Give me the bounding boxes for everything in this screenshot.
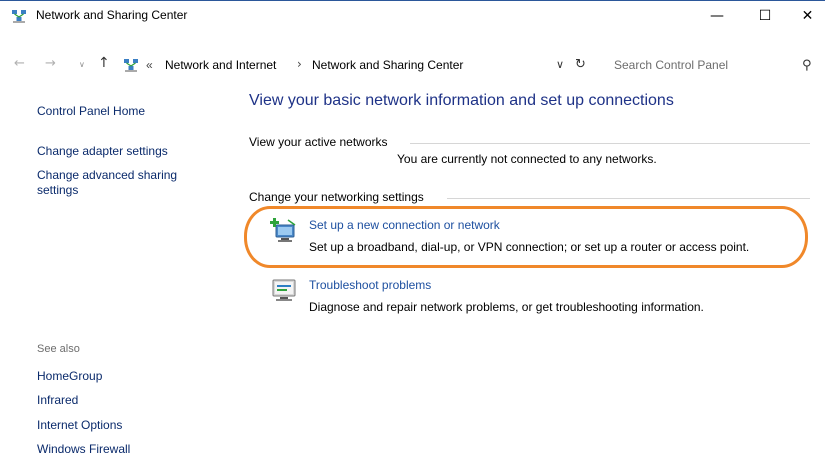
- title-bar: Network and Sharing Center — ☐ ✕: [0, 0, 825, 31]
- breadcrumb-overflow-icon[interactable]: «: [146, 58, 153, 72]
- main-content: View your basic network information and …: [232, 80, 825, 456]
- troubleshoot-problems-link[interactable]: Troubleshoot problems: [309, 278, 431, 292]
- windows-firewall-link[interactable]: Windows Firewall: [37, 442, 130, 456]
- address-bar[interactable]: « Network and Internet › Network and Sha…: [120, 54, 591, 78]
- highlight-annotation: [244, 206, 808, 268]
- see-also-label: See also: [37, 343, 80, 355]
- breadcrumb-network-and-sharing-center[interactable]: Network and Sharing Center: [312, 58, 463, 72]
- page-title: View your basic network information and …: [249, 92, 674, 109]
- breadcrumb-network-and-internet[interactable]: Network and Internet: [165, 58, 276, 72]
- networking-settings-heading: Change your networking settings: [249, 190, 428, 204]
- homegroup-link[interactable]: HomeGroup: [37, 369, 102, 384]
- active-networks-divider: [410, 143, 810, 144]
- network-center-icon: [12, 10, 26, 23]
- maximize-button[interactable]: ☐: [742, 2, 788, 31]
- setup-new-connection-description: Set up a broadband, dial-up, or VPN conn…: [309, 240, 750, 254]
- close-button[interactable]: ✕: [790, 2, 825, 31]
- new-connection-icon[interactable]: [270, 216, 300, 244]
- window-title: Network and Sharing Center: [36, 8, 188, 22]
- active-networks-heading: View your active networks: [249, 135, 392, 149]
- internet-options-link[interactable]: Internet Options: [37, 418, 122, 433]
- search-box[interactable]: ⚲: [604, 54, 820, 78]
- forward-arrow-icon[interactable]: →: [45, 56, 56, 71]
- search-icon[interactable]: ⚲: [802, 58, 812, 73]
- change-advanced-sharing-settings-link[interactable]: Change advanced sharing settings: [37, 168, 207, 198]
- back-arrow-icon[interactable]: ←: [14, 56, 25, 71]
- connection-status-text: You are currently not connected to any n…: [397, 152, 657, 166]
- navigation-bar: ← → ∨ ↑ « Network and Internet › Network…: [0, 54, 825, 80]
- sidebar: Control Panel Home Change adapter settin…: [0, 80, 232, 456]
- network-sharing-center-window: Network and Sharing Center — ☐ ✕ ← → ∨ ↑…: [0, 0, 825, 456]
- networking-settings-divider: [447, 198, 810, 199]
- network-center-icon: [124, 59, 138, 72]
- infrared-link[interactable]: Infrared: [37, 393, 78, 408]
- address-dropdown-icon[interactable]: ∨: [556, 58, 564, 71]
- control-panel-home-link[interactable]: Control Panel Home: [37, 104, 145, 119]
- setup-new-connection-link[interactable]: Set up a new connection or network: [309, 218, 500, 232]
- breadcrumb-separator-icon[interactable]: ›: [297, 57, 302, 71]
- minimize-button[interactable]: —: [694, 2, 740, 31]
- change-adapter-settings-link[interactable]: Change adapter settings: [37, 144, 168, 159]
- up-arrow-icon[interactable]: ↑: [98, 55, 110, 71]
- refresh-icon[interactable]: ↻: [575, 57, 586, 72]
- search-input[interactable]: [614, 56, 784, 74]
- troubleshoot-problems-description: Diagnose and repair network problems, or…: [309, 300, 704, 314]
- troubleshoot-icon[interactable]: [270, 276, 300, 304]
- recent-locations-chevron-icon[interactable]: ∨: [79, 60, 85, 69]
